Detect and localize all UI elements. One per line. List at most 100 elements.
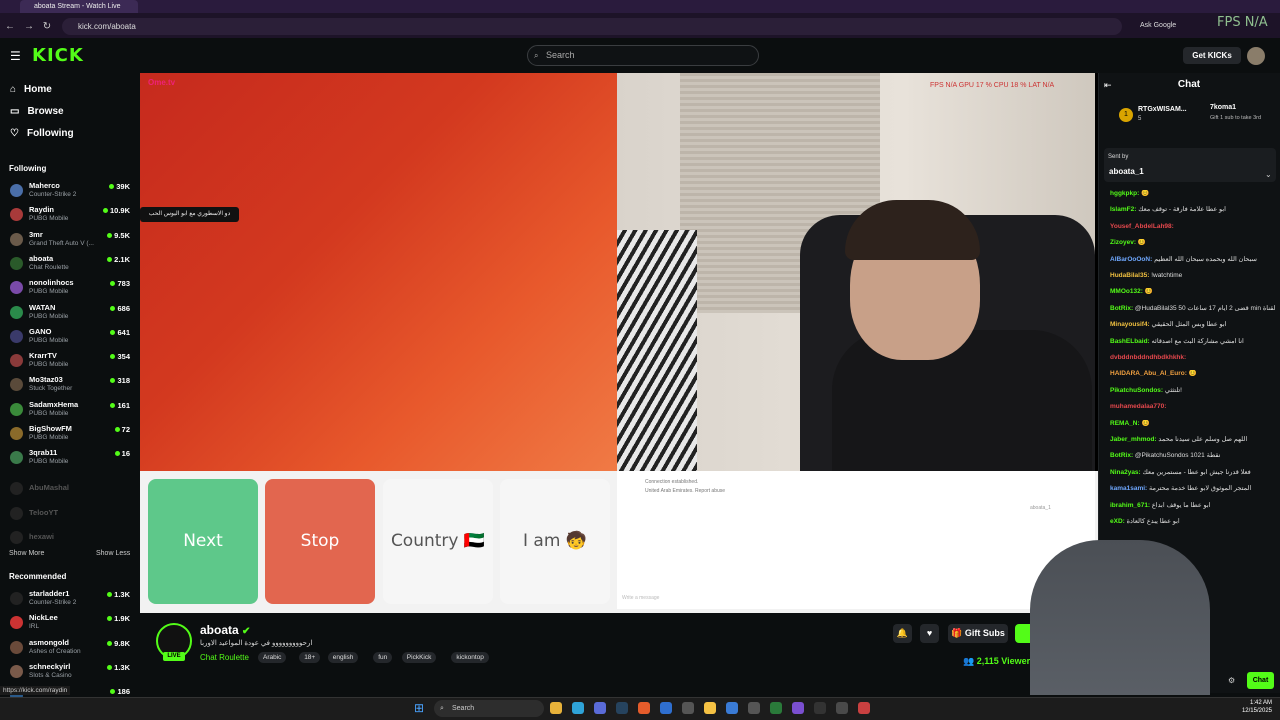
folder-icon[interactable]	[704, 702, 716, 714]
heart-button-icon[interactable]: ♥	[920, 624, 939, 643]
user-avatar[interactable]	[1247, 47, 1265, 65]
chevron-down-icon[interactable]: ⌄	[1265, 170, 1272, 179]
chat-username[interactable]: HAIDARA_Abu_Al_Euro:	[1110, 370, 1187, 377]
kick-logo[interactable]: KICK	[32, 45, 84, 66]
get-kicks-button[interactable]: Get KICKs	[1183, 47, 1241, 64]
app5-icon[interactable]	[858, 702, 870, 714]
stream-tag[interactable]: 18+	[299, 652, 321, 663]
stream-tag[interactable]: PickKick	[401, 652, 437, 663]
next-button[interactable]: Next	[148, 479, 258, 604]
address-bar[interactable]: kick.com/aboata	[62, 18, 1122, 35]
forward-icon[interactable]: →	[22, 20, 36, 34]
following-item[interactable]: BigShowFM PUBG Mobile 72	[10, 424, 134, 448]
following-item-offline[interactable]: AbuMashal	[10, 479, 134, 503]
i-am-button[interactable]: I am 🧒	[500, 479, 610, 604]
chat-username[interactable]: Nina2yas:	[1110, 469, 1141, 476]
following-item-offline[interactable]: hexawi	[10, 528, 134, 552]
sidebar-tooltip: دو الاسطوري مع ابو اليوس الحب	[140, 207, 239, 222]
chat-username[interactable]: Zizoyev:	[1110, 239, 1136, 246]
top-gifter-name[interactable]: RTGxWISAM...	[1138, 106, 1187, 113]
reload-icon[interactable]: ↻	[40, 20, 54, 34]
following-item[interactable]: GANO PUBG Mobile 641	[10, 327, 134, 351]
windows-start-icon[interactable]: ⊞	[414, 701, 424, 715]
app2-icon[interactable]	[792, 702, 804, 714]
app-icon[interactable]	[660, 702, 672, 714]
following-item[interactable]: KrarrTV PUBG Mobile 354	[10, 351, 134, 375]
following-item[interactable]: 3qrab11 PUBG Mobile 16	[10, 448, 134, 472]
following-item[interactable]: aboata Chat Roulette 2.1K	[10, 254, 134, 278]
recommended-item[interactable]: asmongold Ashes of Creation 9.8K	[10, 638, 134, 662]
following-item[interactable]: SadamxHema PUBG Mobile 161	[10, 400, 134, 424]
chat-username[interactable]: muhamedalaa770:	[1110, 403, 1166, 410]
recommended-item[interactable]: schneckyirl Slots & Casino 1.3K	[10, 662, 134, 686]
avatar	[10, 616, 23, 630]
terminal-icon[interactable]	[682, 702, 694, 714]
chat-username[interactable]: hggkpkp:	[1110, 190, 1139, 197]
ometv-message-input[interactable]: Write a message	[622, 595, 659, 601]
back-icon[interactable]: ←	[3, 20, 17, 34]
following-item[interactable]: Raydin PUBG Mobile 10.9K	[10, 205, 134, 229]
chat-username[interactable]: REMA_N:	[1110, 420, 1140, 427]
stream-tag[interactable]: Arabic	[258, 652, 287, 663]
ask-google-button[interactable]: Ask Google	[1140, 22, 1176, 29]
chat-username[interactable]: IslamF2:	[1110, 206, 1136, 213]
second-gifter-name[interactable]: 7koma1	[1210, 104, 1236, 111]
sidebar-nav-browse[interactable]: ▭ Browse	[10, 106, 64, 117]
streamer-name[interactable]: aboata ✔	[200, 623, 250, 637]
fps-overlay: FPS N/A	[1217, 15, 1268, 30]
chat-username[interactable]: ibrahim_671:	[1110, 502, 1150, 509]
stream-category[interactable]: Chat Roulette	[200, 653, 249, 662]
following-name: 3qrab11	[29, 448, 58, 458]
taskbar-search[interactable]: ⌕ Search	[434, 700, 544, 717]
chat-username[interactable]: kama1sami:	[1110, 485, 1147, 492]
steam-icon[interactable]	[616, 702, 628, 714]
settings-gear-icon[interactable]: ⚙	[1228, 676, 1235, 685]
discord-icon[interactable]	[594, 702, 606, 714]
chat-username[interactable]: Minayousif4:	[1110, 321, 1150, 328]
bell-icon[interactable]: 🔔	[893, 624, 912, 643]
following-item[interactable]: Mo3taz03 Stuck Together 318	[10, 375, 134, 399]
menu-icon[interactable]: ☰	[10, 49, 21, 63]
app4-icon[interactable]	[836, 702, 848, 714]
stream-tag[interactable]: fun	[373, 652, 393, 663]
show-more-button[interactable]: Show More	[9, 550, 44, 557]
country-button[interactable]: Country 🇦🇪	[383, 479, 493, 604]
search-input[interactable]: ⌕ Search	[527, 45, 759, 66]
app3-icon[interactable]	[814, 702, 826, 714]
stop-button[interactable]: Stop	[265, 479, 375, 604]
following-item[interactable]: 3mr Grand Theft Auto V (... 9.5K	[10, 230, 134, 254]
chat-username[interactable]: AlBarOoOoN:	[1110, 256, 1152, 263]
show-less-button[interactable]: Show Less	[96, 550, 130, 557]
chat-username[interactable]: Jaber_mhmod:	[1110, 436, 1157, 443]
chat-username[interactable]: MMOo132:	[1110, 288, 1143, 295]
chat-username[interactable]: Yousef_AbdelLah98:	[1110, 223, 1174, 230]
recommended-item[interactable]: NickLee IRL 1.9K	[10, 613, 134, 637]
obs-icon[interactable]	[748, 702, 760, 714]
chat-username[interactable]: dvbddnbddndhbdkhkhk:	[1110, 354, 1186, 361]
following-item[interactable]: Maherco Counter-Strike 2 39K	[10, 181, 134, 205]
excel-icon[interactable]	[770, 702, 782, 714]
following-item-offline[interactable]: TelooYT	[10, 504, 134, 528]
chat-username[interactable]: BotRix:	[1110, 305, 1133, 312]
chrome-icon[interactable]	[550, 702, 562, 714]
send-chat-button[interactable]: Chat	[1247, 672, 1274, 689]
sidebar-nav-following[interactable]: ♡ Following	[10, 128, 74, 139]
chat-username[interactable]: eXD:	[1110, 518, 1125, 525]
brave-icon[interactable]	[638, 702, 650, 714]
chat-username[interactable]: BashELbaid:	[1110, 338, 1150, 345]
browser-tab[interactable]: aboata Stream - Watch Live	[20, 0, 138, 13]
chat-username[interactable]: BotRix:	[1110, 452, 1133, 459]
stream-tag[interactable]: english	[327, 652, 359, 663]
chat-username[interactable]: HudaBilal35:	[1110, 272, 1149, 279]
following-item[interactable]: nonolinhocs PUBG Mobile 783	[10, 278, 134, 302]
viewer-count: 9.5K	[107, 231, 130, 240]
chat-username[interactable]: PikatchuSondos:	[1110, 387, 1163, 394]
pinned-message[interactable]	[1104, 148, 1276, 182]
stream-tag[interactable]: kickontop	[451, 652, 489, 663]
gift-subs-button[interactable]: 🎁 Gift Subs	[948, 624, 1008, 643]
store-icon[interactable]	[726, 702, 738, 714]
edge-icon[interactable]	[572, 702, 584, 714]
following-item[interactable]: WATAN PUBG Mobile 686	[10, 303, 134, 327]
sidebar-nav-home[interactable]: ⌂ Home	[10, 84, 52, 95]
recommended-item[interactable]: starladder1 Counter-Strike 2 1.3K	[10, 589, 134, 613]
